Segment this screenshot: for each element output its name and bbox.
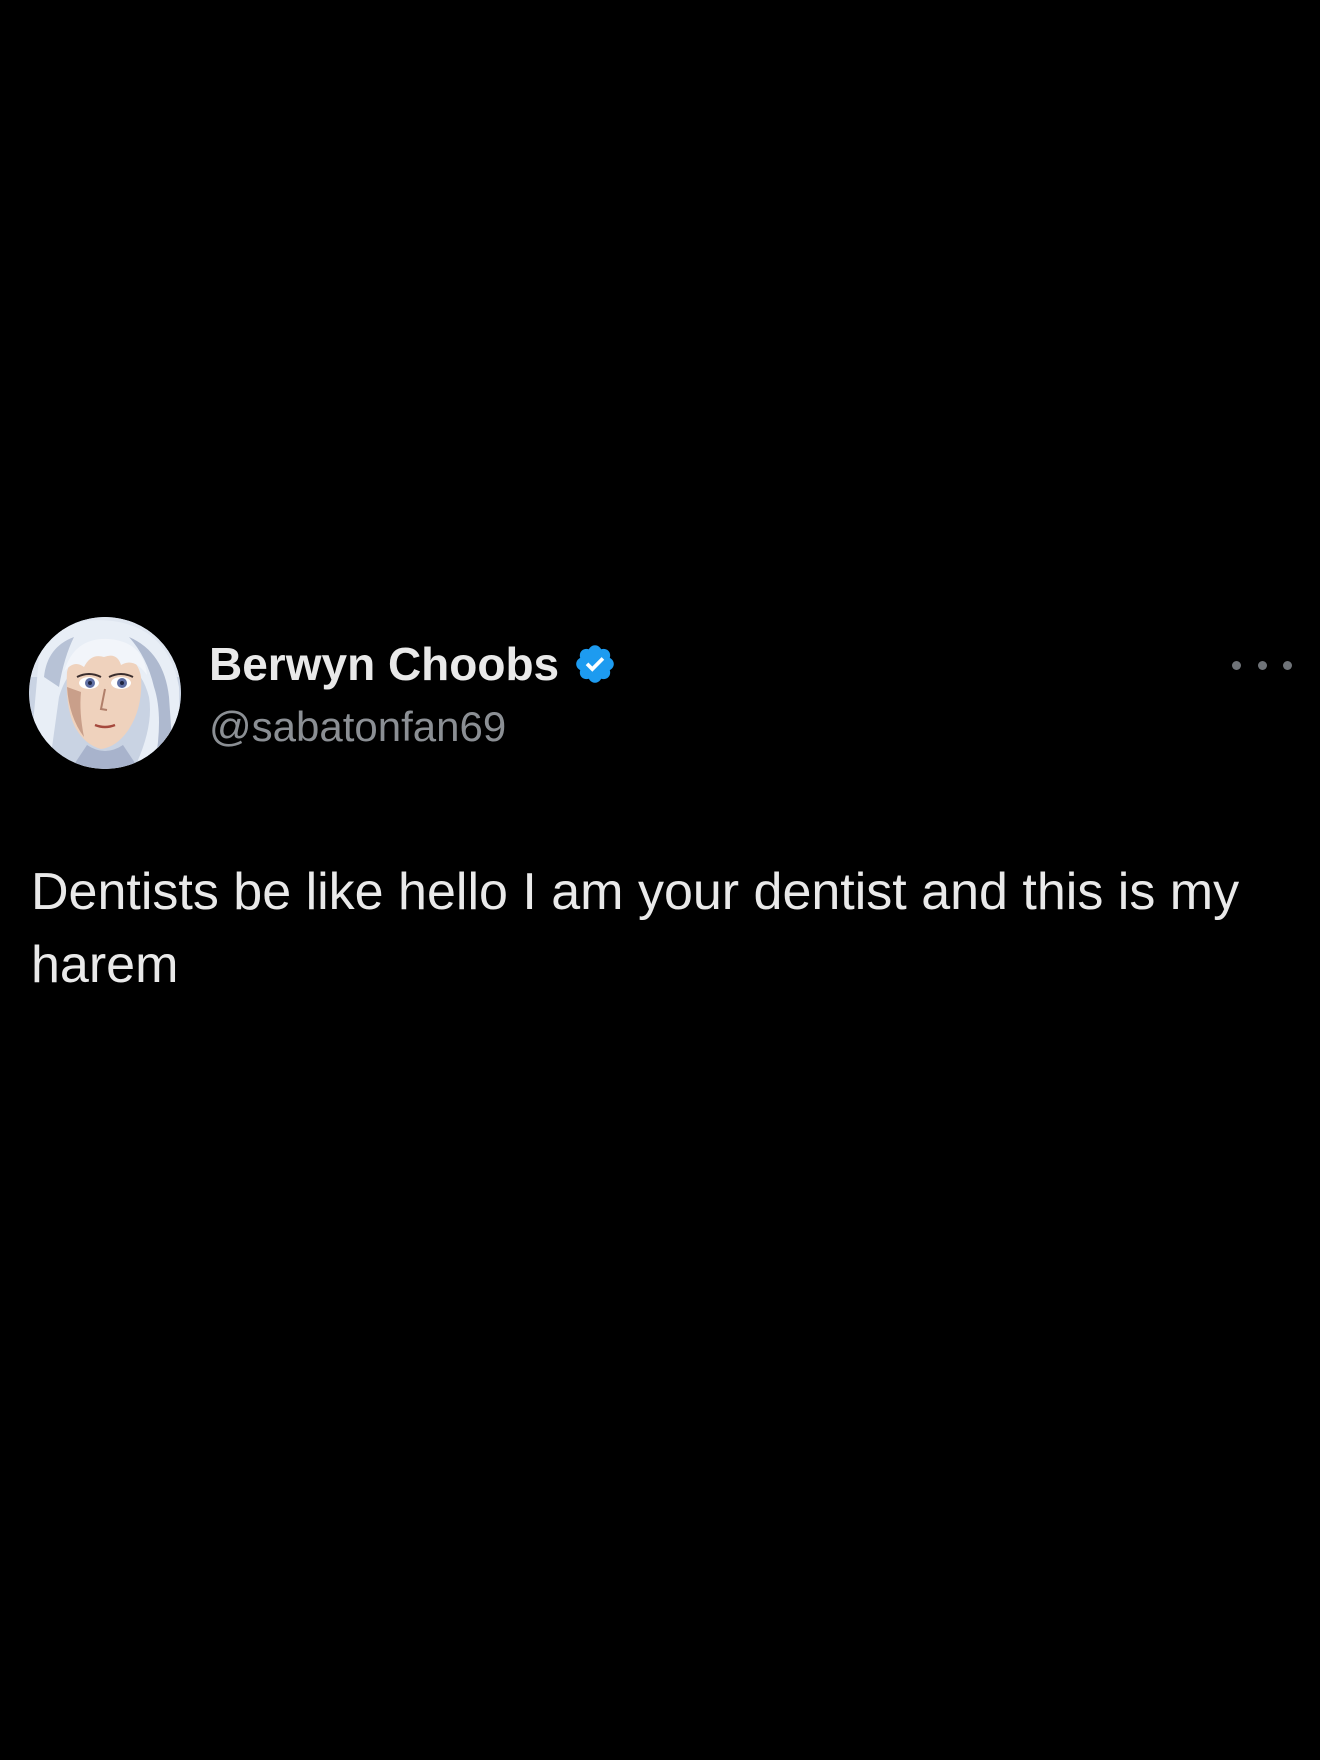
author-handle[interactable]: @sabatonfan69 bbox=[209, 700, 506, 754]
more-horizontal-icon bbox=[1283, 660, 1292, 670]
more-options-button[interactable] bbox=[1232, 650, 1292, 680]
verified-badge-icon bbox=[576, 645, 614, 683]
tweet-text: Dentists be like hello I am your dentist… bbox=[31, 863, 1240, 994]
tweet-card: Berwyn Choobs @sabatonfan69 Dentists be … bbox=[0, 0, 1320, 1760]
anime-character-avatar-icon bbox=[29, 617, 181, 769]
author-name-row[interactable]: Berwyn Choobs bbox=[209, 636, 617, 692]
author-display-name[interactable]: Berwyn Choobs bbox=[209, 636, 559, 692]
more-horizontal-icon bbox=[1257, 660, 1267, 670]
more-horizontal-icon bbox=[1232, 660, 1241, 670]
avatar[interactable] bbox=[29, 617, 181, 769]
